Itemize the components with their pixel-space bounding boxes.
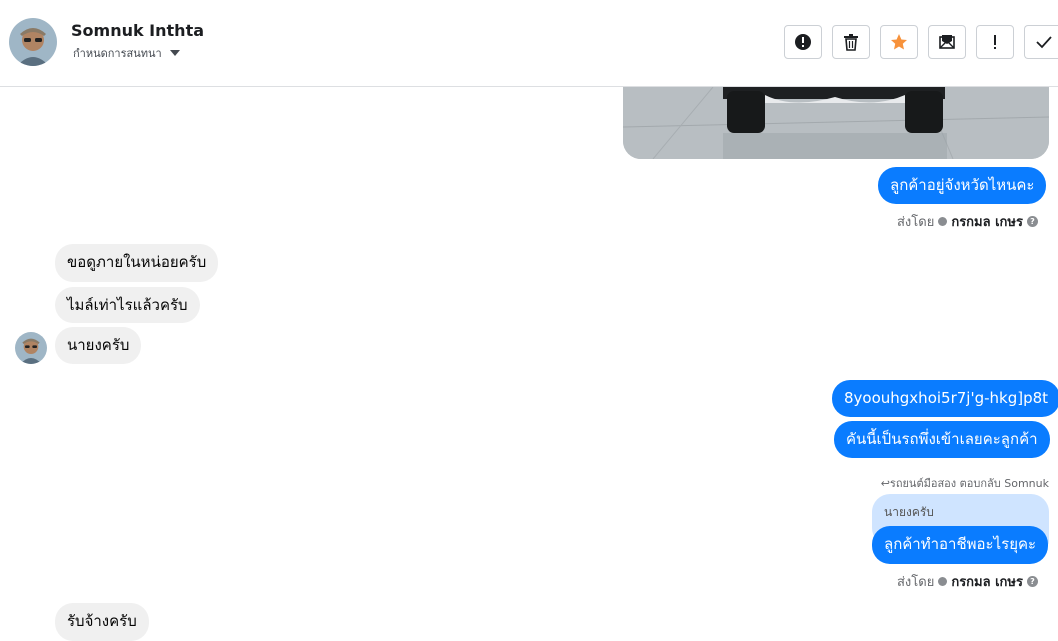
incoming-message[interactable]: ไมล์เท่าไรแล้วครับ: [55, 287, 200, 323]
conversation-header: Somnuk Inthta กำหนดการสนทนา: [0, 0, 1058, 87]
sent-by-label: ส่งโดย กรกมล เกษร ?: [897, 571, 1038, 592]
report-button[interactable]: [784, 25, 822, 59]
incoming-message[interactable]: นายงครับ: [55, 327, 142, 364]
outgoing-message[interactable]: คันนี้เป็นรถพึ่งเข้าเลยคะลูกค้า: [834, 421, 1050, 458]
contact-avatar[interactable]: [9, 18, 57, 66]
conversation-subtitle: กำหนดการสนทนา: [73, 47, 162, 60]
sent-by-prefix: ส่งโดย: [897, 575, 935, 590]
conversation-settings[interactable]: กำหนดการสนทนา: [73, 44, 180, 62]
quoted-text: นายงครับ: [884, 505, 934, 519]
outgoing-message[interactable]: ลูกค้าอยู่จังหวัดไหนคะ: [878, 167, 1047, 204]
reply-label: ↩รถยนต์มือสอง ตอบกลับ Somnuk: [881, 474, 1049, 492]
star-button[interactable]: [880, 25, 918, 59]
sender-name[interactable]: กรกมล เกษร: [951, 571, 1023, 592]
incoming-message[interactable]: รับจ้างครับ: [55, 603, 149, 641]
sent-by-label: ส่งโดย กรกมล เกษร ?: [897, 211, 1038, 232]
delete-button[interactable]: [832, 25, 870, 59]
envelope-icon: [939, 35, 955, 49]
outgoing-message[interactable]: ลูกค้าทำอาชีพอะไรยุคะ: [872, 526, 1049, 564]
caret-down-icon: [169, 50, 180, 56]
star-icon: [891, 34, 907, 50]
reply-label-text: รถยนต์มือสอง ตอบกลับ Somnuk: [889, 477, 1049, 490]
sent-by-prefix: ส่งโดย: [897, 215, 935, 230]
exclamation-circle-icon: [795, 34, 811, 50]
incoming-message[interactable]: ขอดูภายในหน่อยครับ: [55, 244, 219, 282]
help-icon[interactable]: ?: [1026, 576, 1038, 587]
exclamation-icon: [994, 35, 996, 49]
car-photo-attachment[interactable]: [623, 87, 1049, 159]
trash-icon: [844, 34, 858, 51]
check-icon: [1035, 36, 1052, 49]
outgoing-message[interactable]: 8yoouhgxhoi5r7j'g-hkg]p8t: [832, 380, 1058, 417]
done-button[interactable]: [1024, 25, 1058, 59]
help-icon[interactable]: ?: [1026, 216, 1038, 227]
sender-name[interactable]: กรกมล เกษร: [951, 211, 1023, 232]
contact-avatar-small[interactable]: [15, 332, 47, 364]
reply-arrow-icon: ↩: [880, 477, 890, 490]
important-button[interactable]: [976, 25, 1014, 59]
verified-icon: [938, 217, 948, 226]
contact-name[interactable]: Somnuk Inthta: [71, 21, 204, 40]
mark-unread-button[interactable]: [928, 25, 966, 59]
verified-icon: [938, 577, 948, 586]
